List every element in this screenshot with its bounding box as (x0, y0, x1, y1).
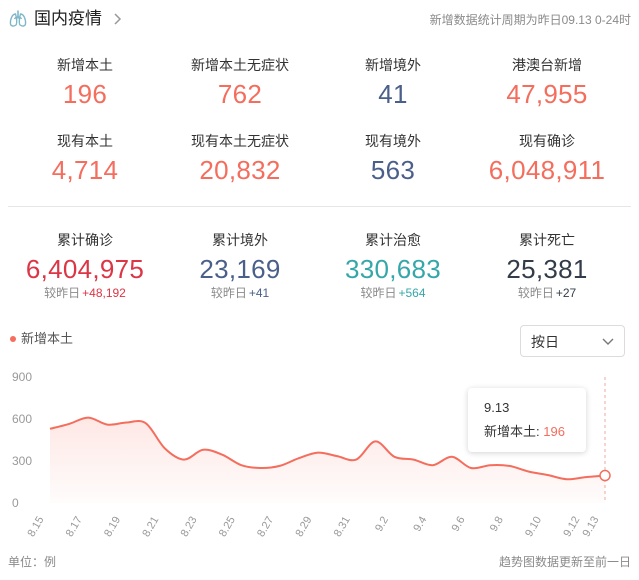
stat-label: 新增本土 (57, 57, 113, 73)
stat-value: 6,048,911 (488, 155, 606, 185)
stat-value: 196 (62, 79, 108, 109)
legend-label: 新增本土 (21, 331, 74, 346)
tooltip-label: 新增本土: 196 (484, 424, 565, 440)
x-tick-label: 8.17 (64, 515, 85, 540)
delta-label: 较昨日 (210, 286, 247, 300)
x-tick-label: 9.2 (373, 515, 391, 534)
stat-value: 4,714 (51, 155, 119, 185)
stat-total-confirmed: 累计确诊 6,404,975 较昨日 +48,192 (10, 231, 160, 301)
delta-value: +41 (248, 286, 270, 300)
stat-new-imported: 新增境外 41 (318, 56, 468, 110)
stat-value: 6,404,975 (25, 254, 145, 284)
stat-value: 330,683 (344, 254, 442, 284)
y-tick-label: 900 (12, 370, 32, 384)
x-tick-label: 8.15 (25, 515, 46, 540)
stat-label: 现有本土无症状 (191, 133, 289, 149)
delta-label: 较昨日 (360, 286, 397, 300)
x-tick-label: 9.6 (450, 515, 468, 534)
header: 国内疫情 新增数据统计周期为昨日09.13 0-24时 (8, 6, 631, 34)
x-tick-label: 8.27 (255, 515, 276, 540)
x-tick-label: 9.12 (561, 515, 582, 540)
x-tick-label: 9.4 (411, 515, 429, 534)
stat-delta: 较昨日 +41 (165, 285, 315, 301)
page-title[interactable]: 国内疫情 (34, 8, 102, 30)
stat-label: 新增境外 (365, 57, 421, 73)
tooltip-value: 196 (543, 424, 565, 439)
stat-delta: 较昨日 +27 (472, 285, 622, 301)
delta-label: 较昨日 (517, 286, 554, 300)
chevron-down-icon (602, 338, 614, 345)
period-note: 新增数据统计周期为昨日09.13 0-24时 (429, 13, 631, 27)
stat-value: 25,381 (506, 254, 588, 284)
unit-label: 单位：例 (8, 555, 57, 569)
y-tick-label: 600 (12, 412, 32, 426)
stat-current-local-asymptomatic: 现有本土无症状 20,832 (165, 132, 315, 186)
stat-label: 累计死亡 (519, 232, 575, 248)
stat-new-local: 新增本土 196 (10, 56, 160, 110)
stat-current-imported: 现有境外 563 (318, 132, 468, 186)
stat-label: 累计治愈 (365, 232, 421, 248)
stat-total-deaths: 累计死亡 25,381 较昨日 +27 (472, 231, 622, 301)
tooltip-series-label: 新增本土: (484, 424, 540, 439)
stat-value: 23,169 (199, 254, 281, 284)
stat-new-hmt: 港澳台新增 47,955 (472, 56, 622, 110)
stat-new-local-asymptomatic: 新增本土无症状 762 (165, 56, 315, 110)
stat-label: 新增本土无症状 (191, 57, 289, 73)
stat-label: 累计确诊 (57, 232, 113, 248)
stat-label: 港澳台新增 (512, 57, 582, 73)
stat-delta: 较昨日 +48,192 (10, 285, 160, 301)
x-tick-label: 8.25 (217, 515, 238, 540)
lungs-icon (9, 10, 27, 27)
stat-total-recovered: 累计治愈 330,683 较昨日 +564 (318, 231, 468, 301)
y-tick-label: 300 (12, 454, 32, 468)
data-point[interactable] (599, 469, 611, 482)
tooltip-date: 9.13 (484, 400, 510, 415)
legend-dot (10, 336, 16, 342)
stat-label: 累计境外 (212, 232, 268, 248)
stat-value: 20,832 (199, 155, 281, 185)
period-select[interactable]: 按日 (520, 325, 625, 357)
stat-label: 现有确诊 (519, 133, 575, 149)
stat-value: 563 (370, 155, 416, 185)
stat-label: 现有本土 (57, 133, 113, 149)
x-tick-label: 9.8 (488, 515, 506, 534)
stat-delta: 较昨日 +564 (318, 285, 468, 301)
stat-total-imported: 累计境外 23,169 较昨日 +41 (165, 231, 315, 301)
chart-tooltip: 9.13 新增本土: 196 (468, 388, 586, 452)
x-tick-label: 9.10 (523, 515, 544, 540)
delta-value: +48,192 (82, 286, 126, 300)
footer-note: 趋势图数据更新至前一日 (498, 555, 631, 569)
stat-value: 41 (378, 79, 408, 109)
stat-current-confirmed: 现有确诊 6,048,911 (472, 132, 622, 186)
x-tick-label: 8.29 (293, 515, 314, 540)
delta-value: +27 (555, 286, 577, 300)
stat-current-local: 现有本土 4,714 (10, 132, 160, 186)
x-tick-label: 8.23 (179, 515, 200, 540)
x-tick-label: 9.13 (580, 515, 601, 540)
x-tick-label: 8.21 (140, 515, 161, 540)
stat-label: 现有境外 (365, 133, 421, 149)
chevron-right-icon[interactable] (112, 12, 122, 26)
x-tick-label: 8.31 (332, 515, 353, 540)
period-select-value: 按日 (531, 334, 559, 350)
stat-value: 47,955 (506, 79, 588, 109)
delta-label: 较昨日 (44, 286, 81, 300)
stat-value: 762 (217, 79, 263, 109)
y-tick-label: 0 (12, 496, 19, 510)
divider (8, 206, 631, 207)
delta-value: +564 (398, 286, 426, 300)
x-tick-label: 8.19 (102, 515, 123, 540)
